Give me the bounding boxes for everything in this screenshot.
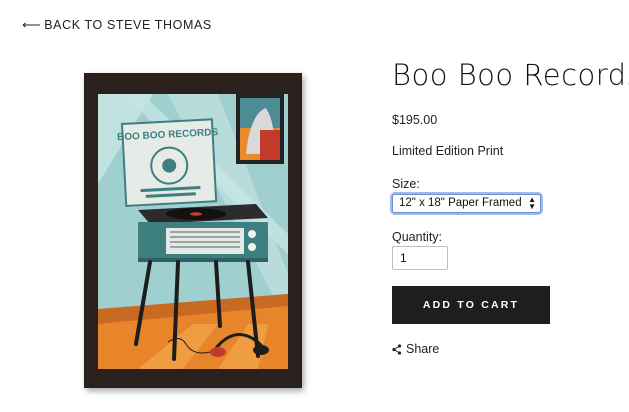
product-price: $195.00 — [392, 113, 438, 127]
product-title: Boo Boo Records — [392, 58, 629, 92]
size-selected-value: 12" x 18" Paper Framed — [399, 197, 522, 209]
left-arrow-icon: ⟵ — [22, 17, 42, 32]
back-link-label: BACK TO STEVE THOMAS — [44, 18, 212, 32]
select-updown-icon: ▲ ▼ — [528, 195, 536, 211]
size-select[interactable]: 12" x 18" Paper Framed ▲ ▼ — [392, 194, 541, 213]
product-description: Limited Edition Print — [392, 144, 504, 158]
quantity-label: Quantity: — [392, 230, 443, 244]
wall-picture — [236, 94, 284, 164]
back-to-artist-link[interactable]: ⟵ BACK TO STEVE THOMAS — [22, 17, 212, 33]
add-to-cart-button[interactable]: ADD TO CART — [392, 286, 550, 324]
share-link[interactable]: Share — [392, 342, 439, 356]
turntable — [138, 204, 268, 262]
share-icon — [392, 343, 402, 355]
turntable-lid: BOO BOO RECORDS — [117, 118, 219, 207]
size-label: Size: — [392, 177, 420, 191]
share-label: Share — [406, 342, 440, 356]
product-image: BOO BOO RECORDS — [84, 73, 302, 388]
quantity-input[interactable] — [392, 246, 448, 270]
